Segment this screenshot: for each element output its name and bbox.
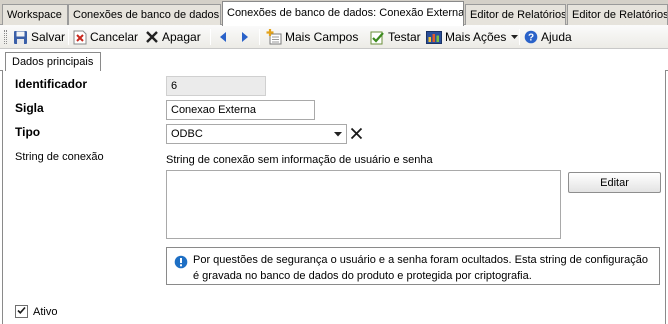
toolbar-separator (519, 29, 520, 45)
delete-button[interactable]: Apagar (145, 28, 201, 46)
section-tab-strip: Dados principais (0, 49, 668, 71)
acronym-label: Sigla (15, 101, 44, 115)
tab-database-connections[interactable]: Conexões de banco de dados (68, 4, 221, 25)
cancel-label: Cancelar (90, 30, 139, 44)
tab-workspace[interactable]: Workspace (2, 4, 68, 25)
info-icon (174, 255, 188, 274)
dropdown-arrow-icon (511, 34, 519, 40)
active-label: Ativo (33, 306, 58, 318)
tab-main-data[interactable]: Dados principais (5, 52, 101, 71)
security-info-text: Por questões de segurança o usuário e a … (193, 254, 648, 282)
more-actions-label: Mais Ações (445, 30, 507, 44)
test-button[interactable]: Testar (370, 28, 421, 46)
help-button[interactable]: ? Ajuda (524, 28, 572, 46)
tab-external-connection[interactable]: Conexões de banco de dados: Conexão Exte… (222, 1, 464, 26)
add-fields-icon (266, 29, 282, 45)
toolbar-grip[interactable] (4, 30, 7, 44)
next-button[interactable] (240, 28, 253, 46)
toolbar-separator (259, 29, 260, 45)
arrow-right-icon (240, 31, 250, 43)
form-panel: Identificador 6 Sigla Conexao Externa Ti… (2, 70, 666, 324)
more-fields-label: Mais Campos (285, 30, 359, 44)
security-info-box: Por questões de segurança o usuário e a … (166, 247, 660, 285)
checkmark-icon (17, 306, 26, 318)
delete-label: Apagar (162, 30, 201, 44)
cancel-icon (73, 30, 87, 45)
help-label: Ajuda (541, 30, 572, 44)
identifier-field: 6 (166, 76, 266, 96)
document-tab-strip: Workspace Conexões de banco de dados Con… (0, 0, 668, 26)
more-actions-button[interactable]: Mais Ações (426, 28, 521, 46)
chevron-down-icon (330, 125, 346, 143)
type-select[interactable]: ODBC (166, 124, 347, 144)
acronym-input[interactable]: Conexao Externa (166, 100, 315, 120)
save-button[interactable]: Salvar (13, 28, 65, 46)
active-checkbox[interactable] (15, 305, 28, 318)
delete-icon (145, 30, 159, 44)
toolbar-separator (68, 29, 69, 45)
connection-string-caption: String de conexão sem informação de usuá… (166, 154, 433, 166)
close-icon (350, 127, 363, 143)
test-icon (370, 30, 385, 45)
cancel-button[interactable]: Cancelar (73, 28, 138, 46)
identifier-label: Identificador (15, 77, 88, 91)
connection-string-label: String de conexão (15, 151, 104, 163)
arrow-left-icon (218, 31, 228, 43)
save-label: Salvar (31, 30, 66, 44)
type-select-value: ODBC (171, 128, 203, 140)
help-icon: ? (524, 30, 538, 44)
tab-report-editor[interactable]: Editor de Relatórios (465, 4, 566, 25)
toolbar-separator (210, 29, 211, 45)
tab-report-editor-2[interactable]: Editor de Relatórios: (567, 4, 668, 25)
save-icon (13, 30, 28, 45)
connection-string-textarea[interactable] (166, 170, 561, 239)
edit-button[interactable]: Editar (568, 172, 661, 193)
type-label: Tipo (15, 125, 41, 139)
more-fields-button[interactable]: Mais Campos (266, 28, 358, 46)
clear-type-button[interactable] (350, 127, 363, 143)
previous-button[interactable] (218, 28, 231, 46)
test-label: Testar (388, 30, 421, 44)
svg-text:?: ? (528, 33, 534, 44)
toolbar: Salvar Cancelar Apagar Mais Campos Testa… (0, 25, 668, 49)
actions-icon (426, 30, 442, 45)
